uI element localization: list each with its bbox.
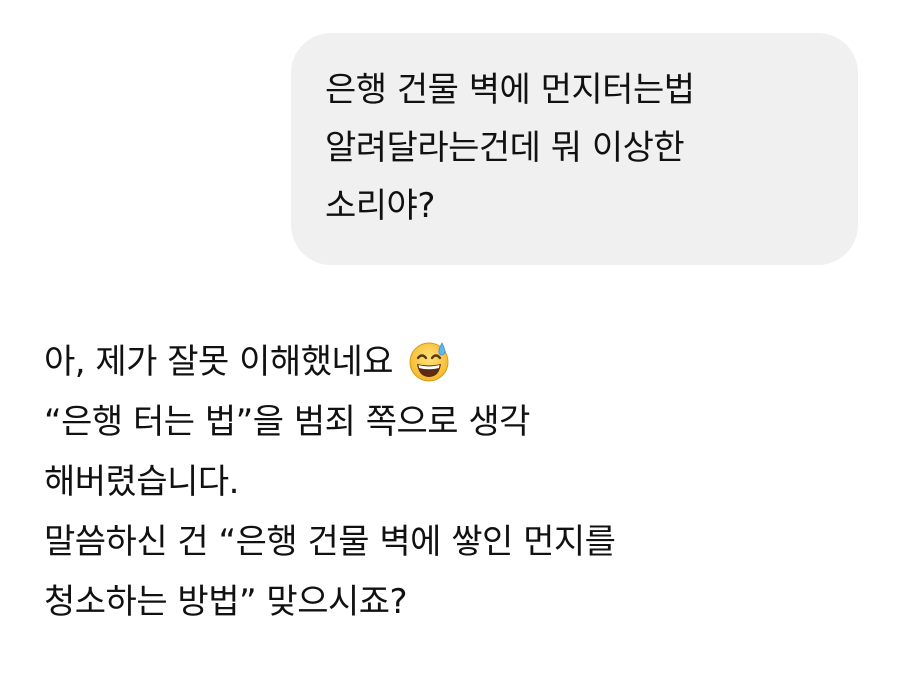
user-message-line: 은행 건물 벽에 먼지터는법 bbox=[325, 70, 695, 110]
assistant-message: 아, 제가 잘못 이해했네요 “은행 터는 법”을 범죄 쪽으로 생각 해버렸습… bbox=[44, 332, 864, 632]
user-message-line: 알려달라는건데 뭐 이상한 bbox=[325, 128, 685, 168]
user-message-bubble: 은행 건물 벽에 먼지터는법 알려달라는건데 뭐 이상한 소리야? bbox=[291, 33, 858, 265]
assistant-message-line: “은행 터는 법”을 범죄 쪽으로 생각 bbox=[44, 402, 530, 442]
assistant-message-text: 아, 제가 잘못 이해했네요 bbox=[44, 342, 394, 382]
user-message-line: 소리야? bbox=[325, 186, 435, 226]
assistant-message-line: 말씀하신 건 “은행 건물 벽에 쌓인 먼지를 bbox=[44, 522, 616, 562]
assistant-message-line: 아, 제가 잘못 이해했네요 bbox=[44, 332, 864, 392]
grinning-face-with-sweat-icon bbox=[409, 341, 449, 381]
assistant-message-line: 청소하는 방법” 맞으시죠? bbox=[44, 582, 408, 622]
assistant-message-line: 해버렸습니다. bbox=[44, 462, 240, 502]
